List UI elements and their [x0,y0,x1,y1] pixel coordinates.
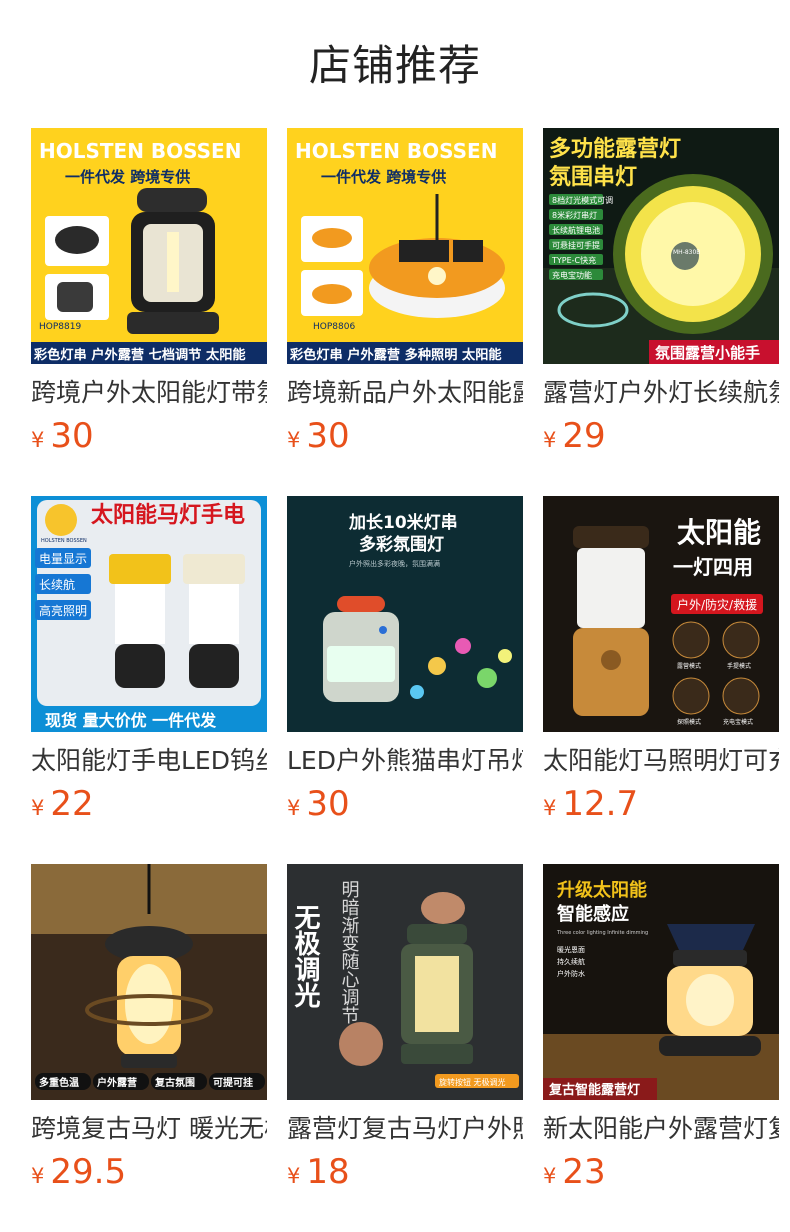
image-subtitle: Three color lighting Infinite dimming [556,930,648,936]
price-amount: 29 [562,416,606,456]
currency-symbol: ¥ [31,428,45,452]
price-amount: 30 [306,416,350,456]
image-caption: 彩色灯串 户外露营 多种照明 太阳能 [289,346,502,363]
product-image[interactable]: 多重色温 户外露营 复古氛围 可提可挂 [31,864,267,1100]
image-heading: 太阳能 [677,516,761,549]
image-tagline: 一件代发 跨境专供 [65,168,190,186]
product-image[interactable]: HOLSTEN BOSSEN 一件代发 跨境专供 HOP8806 彩色灯串 户外… [287,128,523,364]
price-amount: 29.5 [50,1152,127,1192]
product-image[interactable]: 无极调光 明暗渐变随心调节 旋转按钮 无极调光 [287,864,523,1100]
image-caption: 彩色灯串 户外露营 七档调节 太阳能 [33,346,246,363]
image-heading: 一灯四用 [673,555,753,579]
currency-symbol: ¥ [287,796,301,820]
image-caption: 氛围露营小能手 [655,344,760,362]
image-bullet: 长续航锂电池 [552,225,600,235]
product-price: ¥22 [31,784,94,824]
image-tag: 高亮照明 [39,603,87,618]
image-tagline: 一件代发 跨境专供 [321,168,446,186]
image-brand: HOLSTEN BOSSEN [39,139,241,163]
image-bullet: 8档灯光模式可调 [552,195,613,205]
product-price: ¥23 [543,1152,606,1192]
image-caption: 复古智能露营灯 [548,1082,640,1098]
image-tag: 可提可挂 [213,1076,253,1089]
image-bullet: 可悬挂可手提 [552,240,600,250]
image-tag: 户外露营 [96,1076,137,1089]
product-image[interactable]: 加长10米灯串 多彩氛围灯 户外照出多彩夜晚，氛围满满 [287,496,523,732]
image-heading: 多功能露营灯 [549,136,681,162]
image-bullet: 暖光恩面 [557,945,585,954]
image-tag: 户外/防灾/救援 [677,597,757,612]
image-mode: 手提模式 [727,662,751,670]
image-heading: 升级太阳能 [557,879,647,901]
page-title: 店铺推荐 [308,41,481,90]
product-name[interactable]: 露营灯复古马灯户外照明灯 [287,1112,523,1146]
product-name[interactable]: LED户外熊猫串灯吊灯露营灯 [287,744,523,778]
product-name[interactable]: 新太阳能户外露营灯复古马灯 [543,1112,779,1146]
image-mode: 探照模式 [677,718,701,726]
product-image[interactable]: HOLSTEN BOSSEN 太阳能马灯手电 电量显示 长续航 高亮照明 现货 … [31,496,267,732]
price-amount: 30 [306,784,350,824]
image-tag: 复古氛围 [154,1076,195,1089]
product-price: ¥30 [287,416,350,456]
product-name[interactable]: 跨境复古马灯 暖光无极调光 [31,1112,267,1146]
price-amount: 30 [50,416,94,456]
currency-symbol: ¥ [543,1164,557,1188]
currency-symbol: ¥ [31,1164,45,1188]
image-bullet: 持久续航 [557,957,585,966]
image-tag: 长续航 [39,577,75,592]
product-price: ¥30 [287,784,350,824]
image-caption: 现货 量大价优 一件代发 [45,711,217,730]
product-image[interactable]: 升级太阳能 智能感应 Three color lighting Infinite… [543,864,779,1100]
product-name[interactable]: 露营灯户外灯长续航氛围灯 [543,376,779,410]
currency-symbol: ¥ [31,796,45,820]
image-bullet: 户外防水 [557,969,585,978]
image-logo-text: HOLSTEN BOSSEN [41,538,87,544]
image-tag: 多重色温 [39,1076,79,1089]
product-price: ¥29 [543,416,606,456]
price-amount: 23 [562,1152,606,1192]
currency-symbol: ¥ [287,1164,301,1188]
image-bullet: 8米彩灯串灯 [552,210,597,220]
price-amount: 22 [50,784,94,824]
image-brand: HOLSTEN BOSSEN [295,139,497,163]
image-caption: 旋转按钮 无极调光 [439,1077,506,1087]
product-price: ¥30 [31,416,94,456]
product-price: ¥29.5 [31,1152,126,1192]
image-subtitle: 户外照出多彩夜晚，氛围满满 [349,559,440,568]
product-price: ¥18 [287,1152,350,1192]
image-bullet: TYPE-C快充 [551,255,596,265]
product-image[interactable]: HOLSTEN BOSSEN 一件代发 跨境专供 HOP8819 彩色灯串 户外… [31,128,267,364]
image-heading: 多彩氛围灯 [359,534,444,555]
image-heading: 太阳能马灯手电 [91,502,245,528]
price-amount: 12.7 [562,784,639,824]
image-mode: 露营模式 [677,662,701,670]
image-bullet: 充电宝功能 [552,270,592,280]
product-image[interactable]: 多功能露营灯 氛围串灯 8档灯光模式可调 8米彩灯串灯 长续航锂电池 可悬挂可手… [543,128,779,364]
image-tag: 电量显示 [39,552,87,566]
image-vertical-text: 明暗渐变随心调节 [339,880,360,1024]
image-model: HOP8819 [39,322,81,332]
product-name[interactable]: 跨境户外太阳能灯带氛围露营灯 [31,376,267,410]
currency-symbol: ¥ [543,428,557,452]
image-heading: 无极调光 [290,904,321,1008]
image-heading: 智能感应 [557,903,629,925]
image-mode: 充电宝模式 [723,718,753,726]
product-name[interactable]: 太阳能灯马照明灯可充电 [543,744,779,778]
product-image[interactable]: 太阳能 一灯四用 户外/防灾/救援 露营模式 手提模式 探照模式 充电宝模式 [543,496,779,732]
image-heading: 氛围串灯 [549,164,637,190]
currency-symbol: ¥ [543,796,557,820]
product-name[interactable]: 跨境新品户外太阳能露营灯 [287,376,523,410]
product-name[interactable]: 太阳能灯手电LED钨丝马灯 [31,744,267,778]
currency-symbol: ¥ [287,428,301,452]
image-heading: 加长10米灯串 [348,512,458,533]
image-model: HOP8806 [313,322,355,332]
image-badge: MH-830B [673,249,700,256]
price-amount: 18 [306,1152,350,1192]
product-price: ¥12.7 [543,784,638,824]
